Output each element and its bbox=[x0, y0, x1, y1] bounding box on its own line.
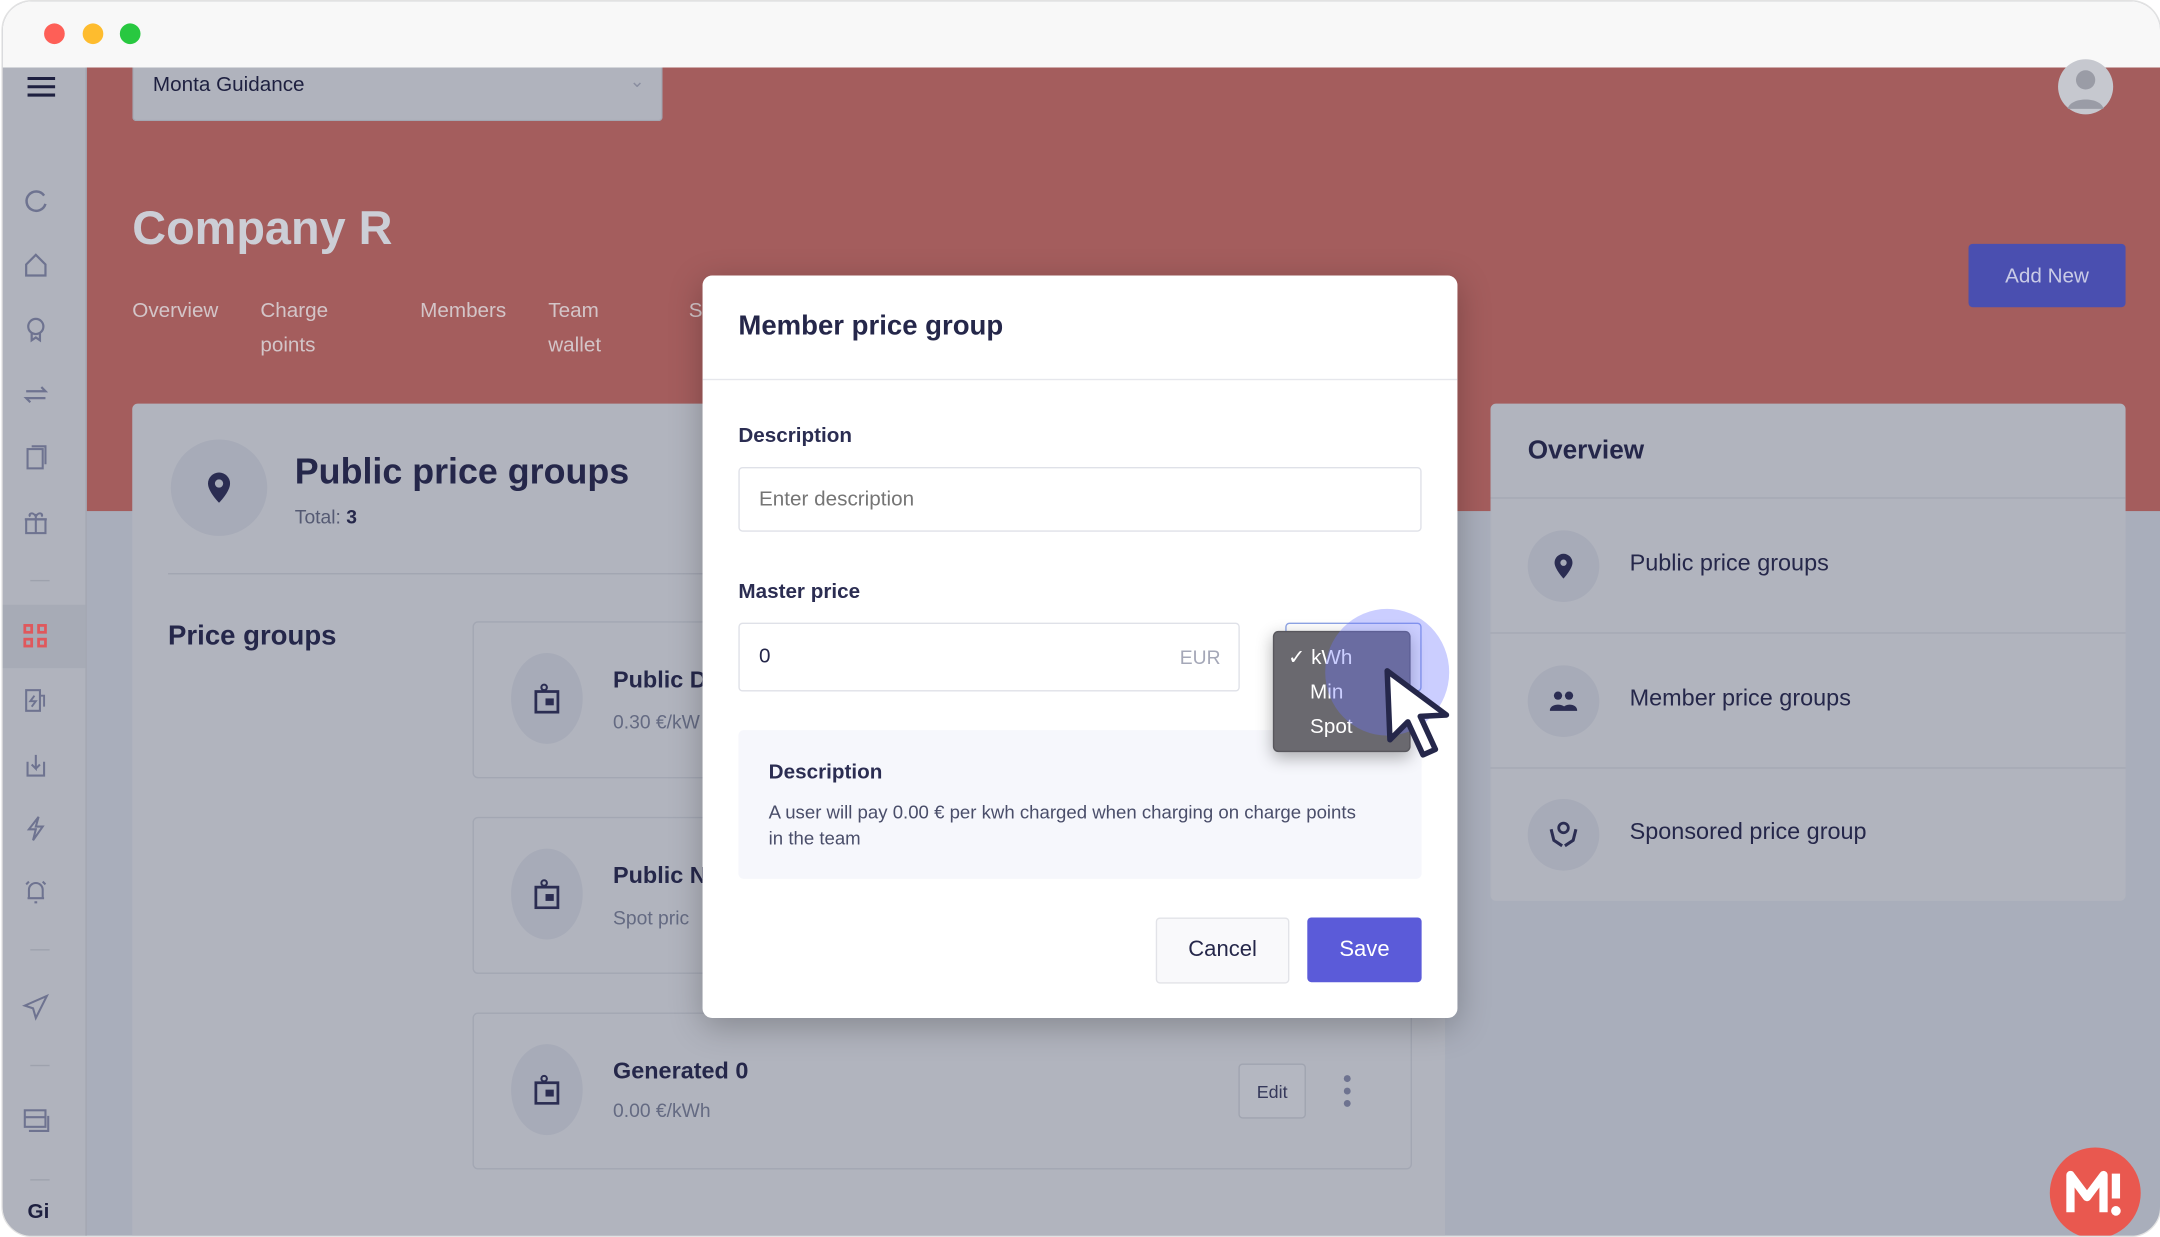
overview-title: Overview bbox=[1527, 436, 1645, 466]
transfer-icon[interactable] bbox=[19, 377, 52, 410]
price-group-price: 0.30 €/kW bbox=[613, 710, 700, 733]
charger-icon[interactable] bbox=[19, 683, 52, 716]
chevron-down-icon: ⌄ bbox=[629, 70, 645, 91]
description-input[interactable] bbox=[738, 466, 1422, 532]
price-description-box: Description A user will pay 0.00 € per k… bbox=[738, 730, 1422, 879]
price-group-price: 0.00 €/kWh bbox=[613, 1099, 711, 1122]
wallet-icon bbox=[511, 1044, 583, 1136]
overview-item-public-price-groups[interactable]: Public price groups bbox=[1491, 499, 2126, 633]
close-window-button[interactable] bbox=[44, 23, 65, 45]
price-group-item[interactable]: Generated 0 0.00 €/kWh Edit bbox=[472, 1012, 1412, 1170]
master-price-label: Master price bbox=[738, 579, 861, 604]
overview-card: Overview Public price groups Member pric… bbox=[1490, 403, 2126, 901]
overview-item-label: Member price groups bbox=[1629, 684, 1851, 711]
master-price-input[interactable]: 0 EUR bbox=[738, 622, 1240, 692]
location-pin-icon bbox=[170, 439, 268, 536]
home-icon[interactable] bbox=[19, 248, 52, 281]
maximize-window-button[interactable] bbox=[119, 23, 141, 45]
unit-option-label: kWh bbox=[1311, 646, 1353, 670]
more-options-icon[interactable] bbox=[1343, 1074, 1351, 1114]
hamburger-menu-icon[interactable] bbox=[25, 70, 58, 103]
tab-overview[interactable]: Overview bbox=[132, 293, 218, 327]
organization-selector[interactable]: Monta Guidance ⌄ bbox=[132, 67, 663, 122]
alarm-icon[interactable] bbox=[19, 875, 52, 908]
send-icon[interactable] bbox=[19, 990, 52, 1023]
cards-icon[interactable] bbox=[19, 1103, 52, 1136]
tab-s[interactable]: S bbox=[689, 293, 703, 327]
sidebar: Gi bbox=[2, 67, 87, 1236]
section-title: Price groups bbox=[168, 621, 337, 652]
unit-option-kwh[interactable]: ✓ kWh bbox=[1288, 645, 1353, 670]
member-price-group-dialog: Member price group Description Master pr… bbox=[702, 275, 1458, 1019]
currency-label: EUR bbox=[1179, 646, 1221, 669]
brand-logo[interactable] bbox=[2049, 1147, 2141, 1236]
overview-item-sponsored-price-group[interactable]: Sponsored price group bbox=[1491, 769, 2126, 901]
title-bar bbox=[2, 1, 2160, 68]
avatar[interactable] bbox=[2058, 59, 2114, 115]
gift-icon[interactable] bbox=[19, 506, 52, 539]
sidebar-footer-text: Gi bbox=[27, 1199, 50, 1224]
description-label: Description bbox=[738, 424, 853, 448]
info-title: Description bbox=[768, 760, 883, 784]
lightning-icon[interactable] bbox=[19, 811, 52, 844]
page-title: Company R bbox=[132, 202, 393, 255]
unit-option-spot[interactable]: Spot bbox=[1310, 715, 1353, 738]
total-label: Total: bbox=[294, 505, 341, 528]
hands-heart-icon bbox=[1527, 798, 1600, 871]
documents-icon[interactable] bbox=[19, 441, 52, 474]
refresh-icon[interactable] bbox=[19, 185, 52, 218]
download-icon[interactable] bbox=[19, 748, 52, 781]
total-value: 3 bbox=[346, 505, 358, 528]
users-icon bbox=[1527, 665, 1600, 737]
price-group-price: Spot pric bbox=[613, 906, 690, 929]
organization-name: Monta Guidance bbox=[152, 73, 305, 97]
location-pin-icon bbox=[1527, 530, 1600, 602]
minimize-window-button[interactable] bbox=[82, 23, 104, 45]
total-count: Total: 3 bbox=[295, 506, 357, 528]
edit-button[interactable]: Edit bbox=[1238, 1063, 1306, 1119]
save-button[interactable]: Save bbox=[1307, 917, 1422, 983]
master-price-value: 0 bbox=[759, 644, 771, 669]
checkmark-icon: ✓ bbox=[1288, 646, 1306, 670]
info-text: A user will pay 0.00 € per kwh charged w… bbox=[768, 801, 1356, 849]
award-icon[interactable] bbox=[19, 313, 52, 346]
overview-item-member-price-groups[interactable]: Member price groups bbox=[1491, 634, 2126, 768]
tab-members[interactable]: Members bbox=[420, 293, 506, 327]
tab-team-wallet[interactable]: Team wallet bbox=[548, 293, 601, 362]
unit-option-min[interactable]: Min bbox=[1310, 681, 1343, 704]
dialog-title: Member price group bbox=[738, 311, 1004, 342]
card-title: Public price groups bbox=[294, 450, 630, 492]
price-group-name: Generated 0 bbox=[613, 1057, 749, 1085]
price-group-name: Public Ni bbox=[613, 862, 714, 889]
grid-icon[interactable] bbox=[19, 620, 52, 653]
wallet-icon bbox=[511, 652, 583, 744]
tab-charge-points[interactable]: Charge points bbox=[260, 293, 328, 362]
overview-item-label: Sponsored price group bbox=[1629, 818, 1867, 845]
price-group-name: Public D bbox=[613, 666, 707, 693]
add-new-button[interactable]: Add New bbox=[1968, 243, 2126, 308]
wallet-icon bbox=[511, 848, 583, 940]
mouse-cursor-icon bbox=[1384, 668, 1450, 758]
cancel-button[interactable]: Cancel bbox=[1155, 917, 1290, 984]
overview-item-label: Public price groups bbox=[1629, 549, 1829, 576]
